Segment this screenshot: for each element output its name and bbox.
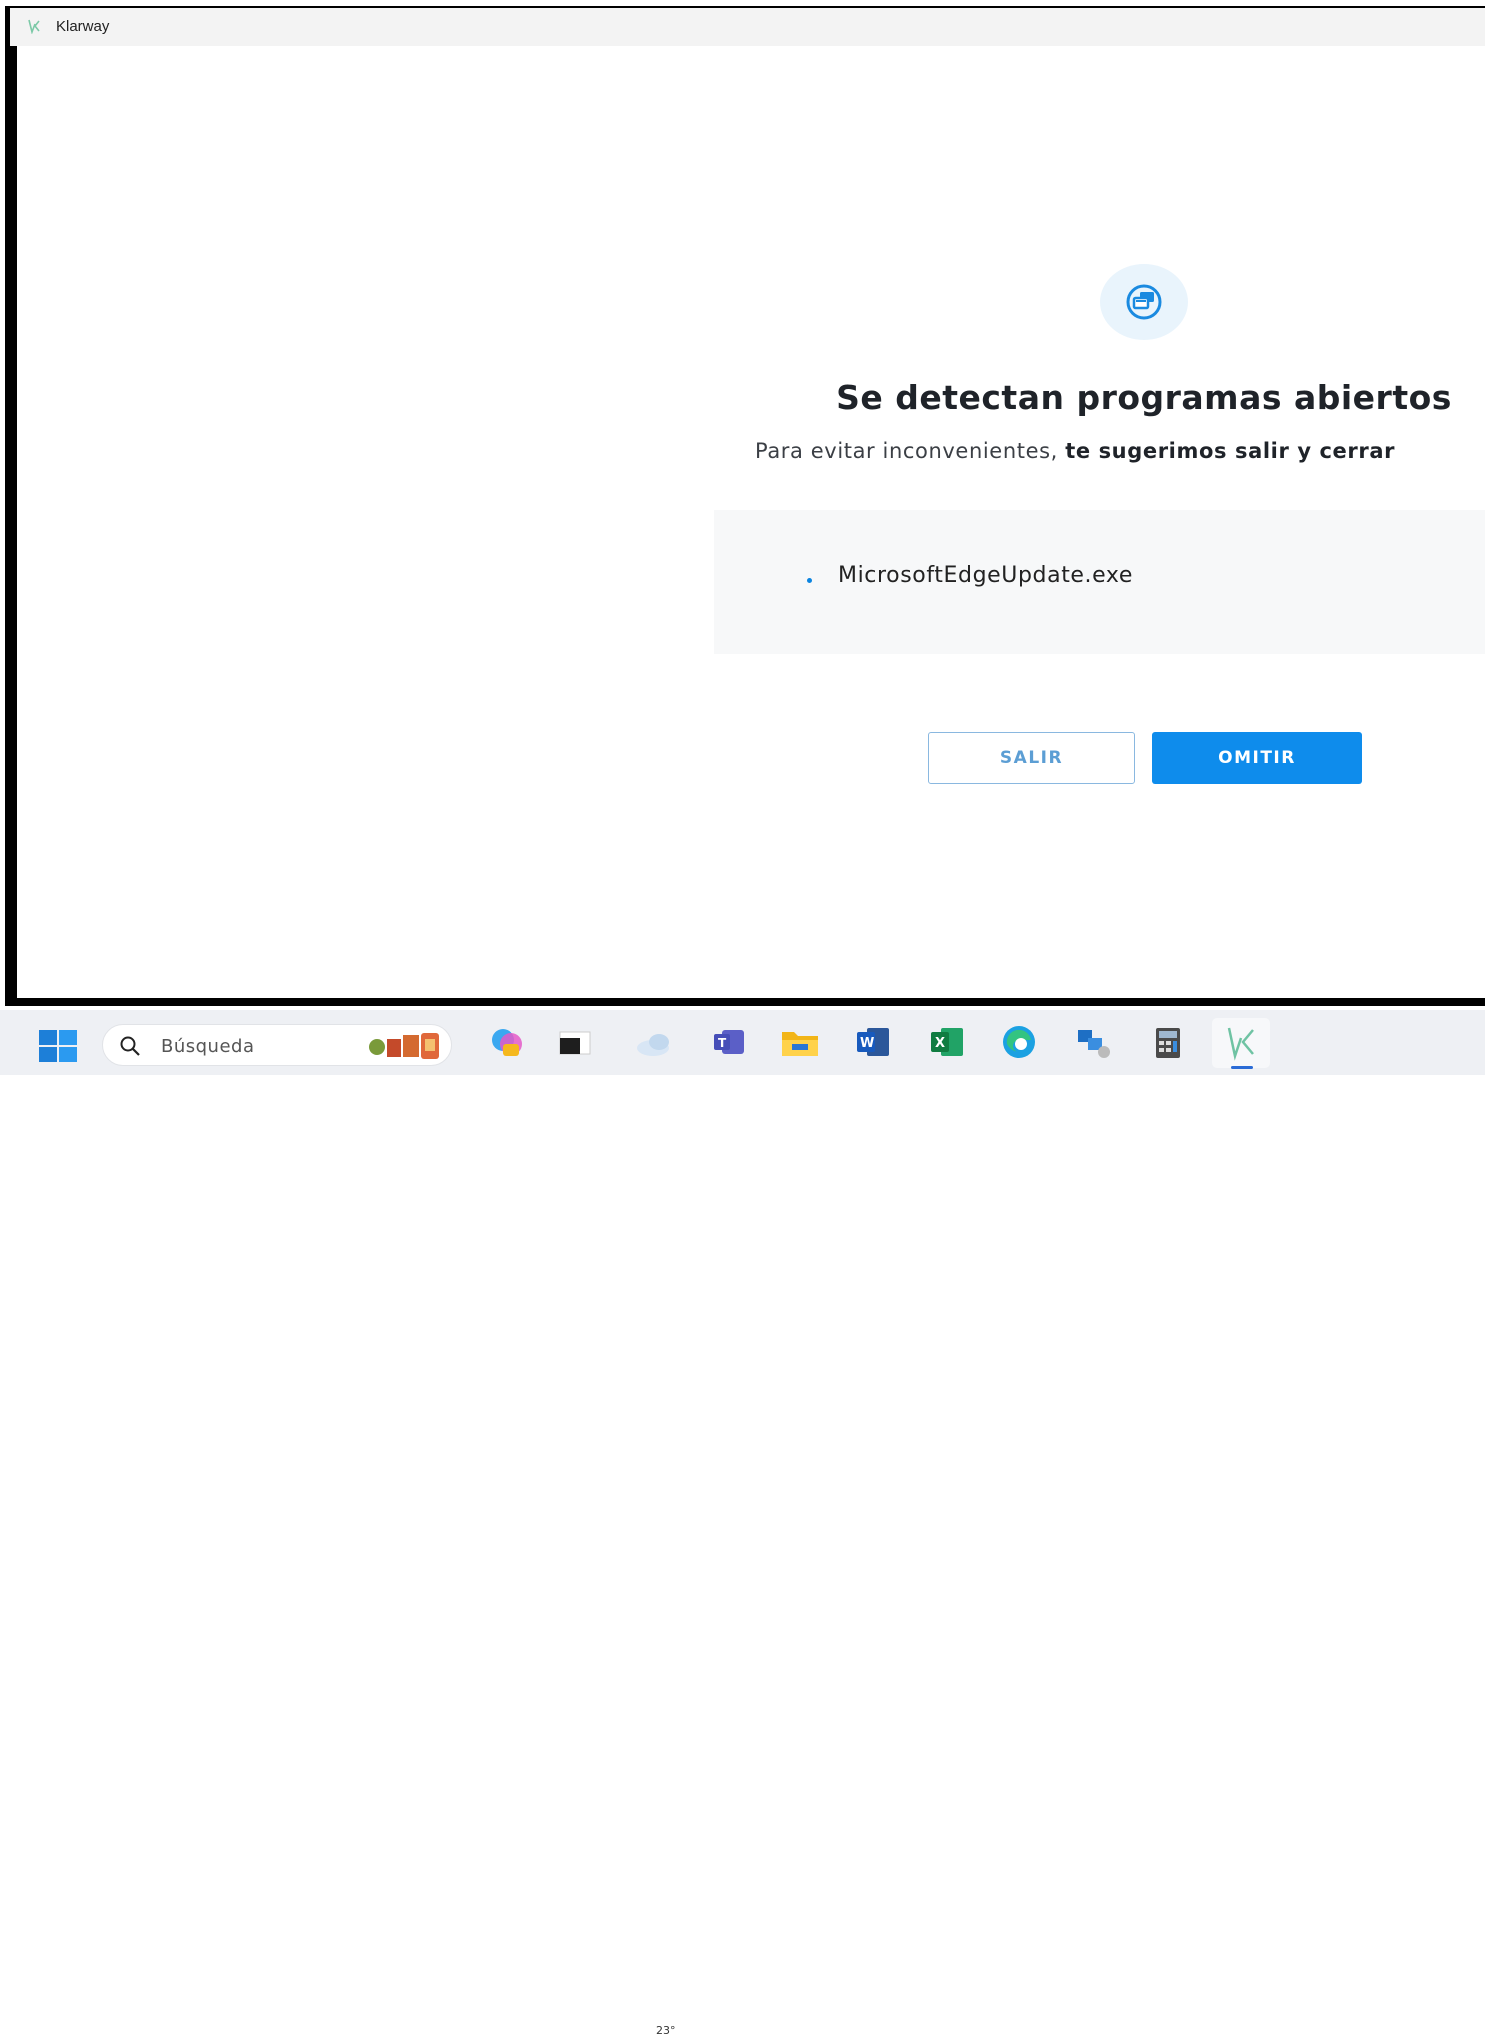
taskbar-search[interactable]: Búsqueda xyxy=(102,1024,452,1066)
word-icon[interactable]: W xyxy=(853,1022,893,1062)
teams-icon[interactable]: T xyxy=(710,1022,750,1062)
process-list: MicrosoftEdgeUpdate.exe xyxy=(714,510,1485,654)
calculator-icon[interactable] xyxy=(1148,1022,1188,1062)
copilot-icon[interactable] xyxy=(487,1022,527,1062)
edge-icon[interactable] xyxy=(999,1022,1039,1062)
search-icon xyxy=(120,1036,140,1056)
skip-button[interactable]: OMITIR xyxy=(1152,732,1362,784)
svg-text:W: W xyxy=(860,1036,874,1051)
windows-stack-icon xyxy=(1126,284,1162,320)
terminal-icon[interactable] xyxy=(556,1022,596,1062)
search-placeholder: Búsqueda xyxy=(161,1036,255,1057)
file-explorer-icon[interactable] xyxy=(780,1022,820,1062)
weather-icon[interactable] xyxy=(633,1022,673,1062)
dialog-title: Se detectan programas abiertos xyxy=(836,378,1452,417)
widget-icon[interactable] xyxy=(365,1029,447,1061)
start-icon[interactable] xyxy=(37,1028,79,1064)
app-content: Se detectan programas abiertos Para evit… xyxy=(17,46,1485,998)
taskbar: Búsqueda 23° T W X xyxy=(0,1010,1485,2037)
dialog-subtitle-text: Para evitar inconvenientes, xyxy=(755,439,1066,463)
open-programs-badge xyxy=(1100,264,1188,340)
dialog-subtitle: Para evitar inconvenientes, te sugerimos… xyxy=(755,439,1395,463)
klarway-logo-icon xyxy=(28,19,40,34)
svg-text:T: T xyxy=(718,1036,727,1050)
window-titlebar[interactable]: Klarway xyxy=(10,8,1485,46)
excel-icon[interactable]: X xyxy=(927,1022,967,1062)
window-title: Klarway xyxy=(56,18,110,35)
dialog-subtitle-emphasis: te sugerimos salir y cerrar xyxy=(1065,439,1396,463)
exit-button[interactable]: SALIR xyxy=(928,732,1135,784)
process-list-item: MicrosoftEdgeUpdate.exe xyxy=(838,563,1133,588)
remote-desktop-icon[interactable] xyxy=(1074,1022,1114,1062)
weather-temperature: 23° xyxy=(656,2024,676,2037)
bullet-icon xyxy=(807,578,812,583)
klarway-icon[interactable] xyxy=(1221,1022,1261,1062)
active-app-indicator xyxy=(1231,1066,1253,1069)
svg-text:X: X xyxy=(935,1036,945,1051)
